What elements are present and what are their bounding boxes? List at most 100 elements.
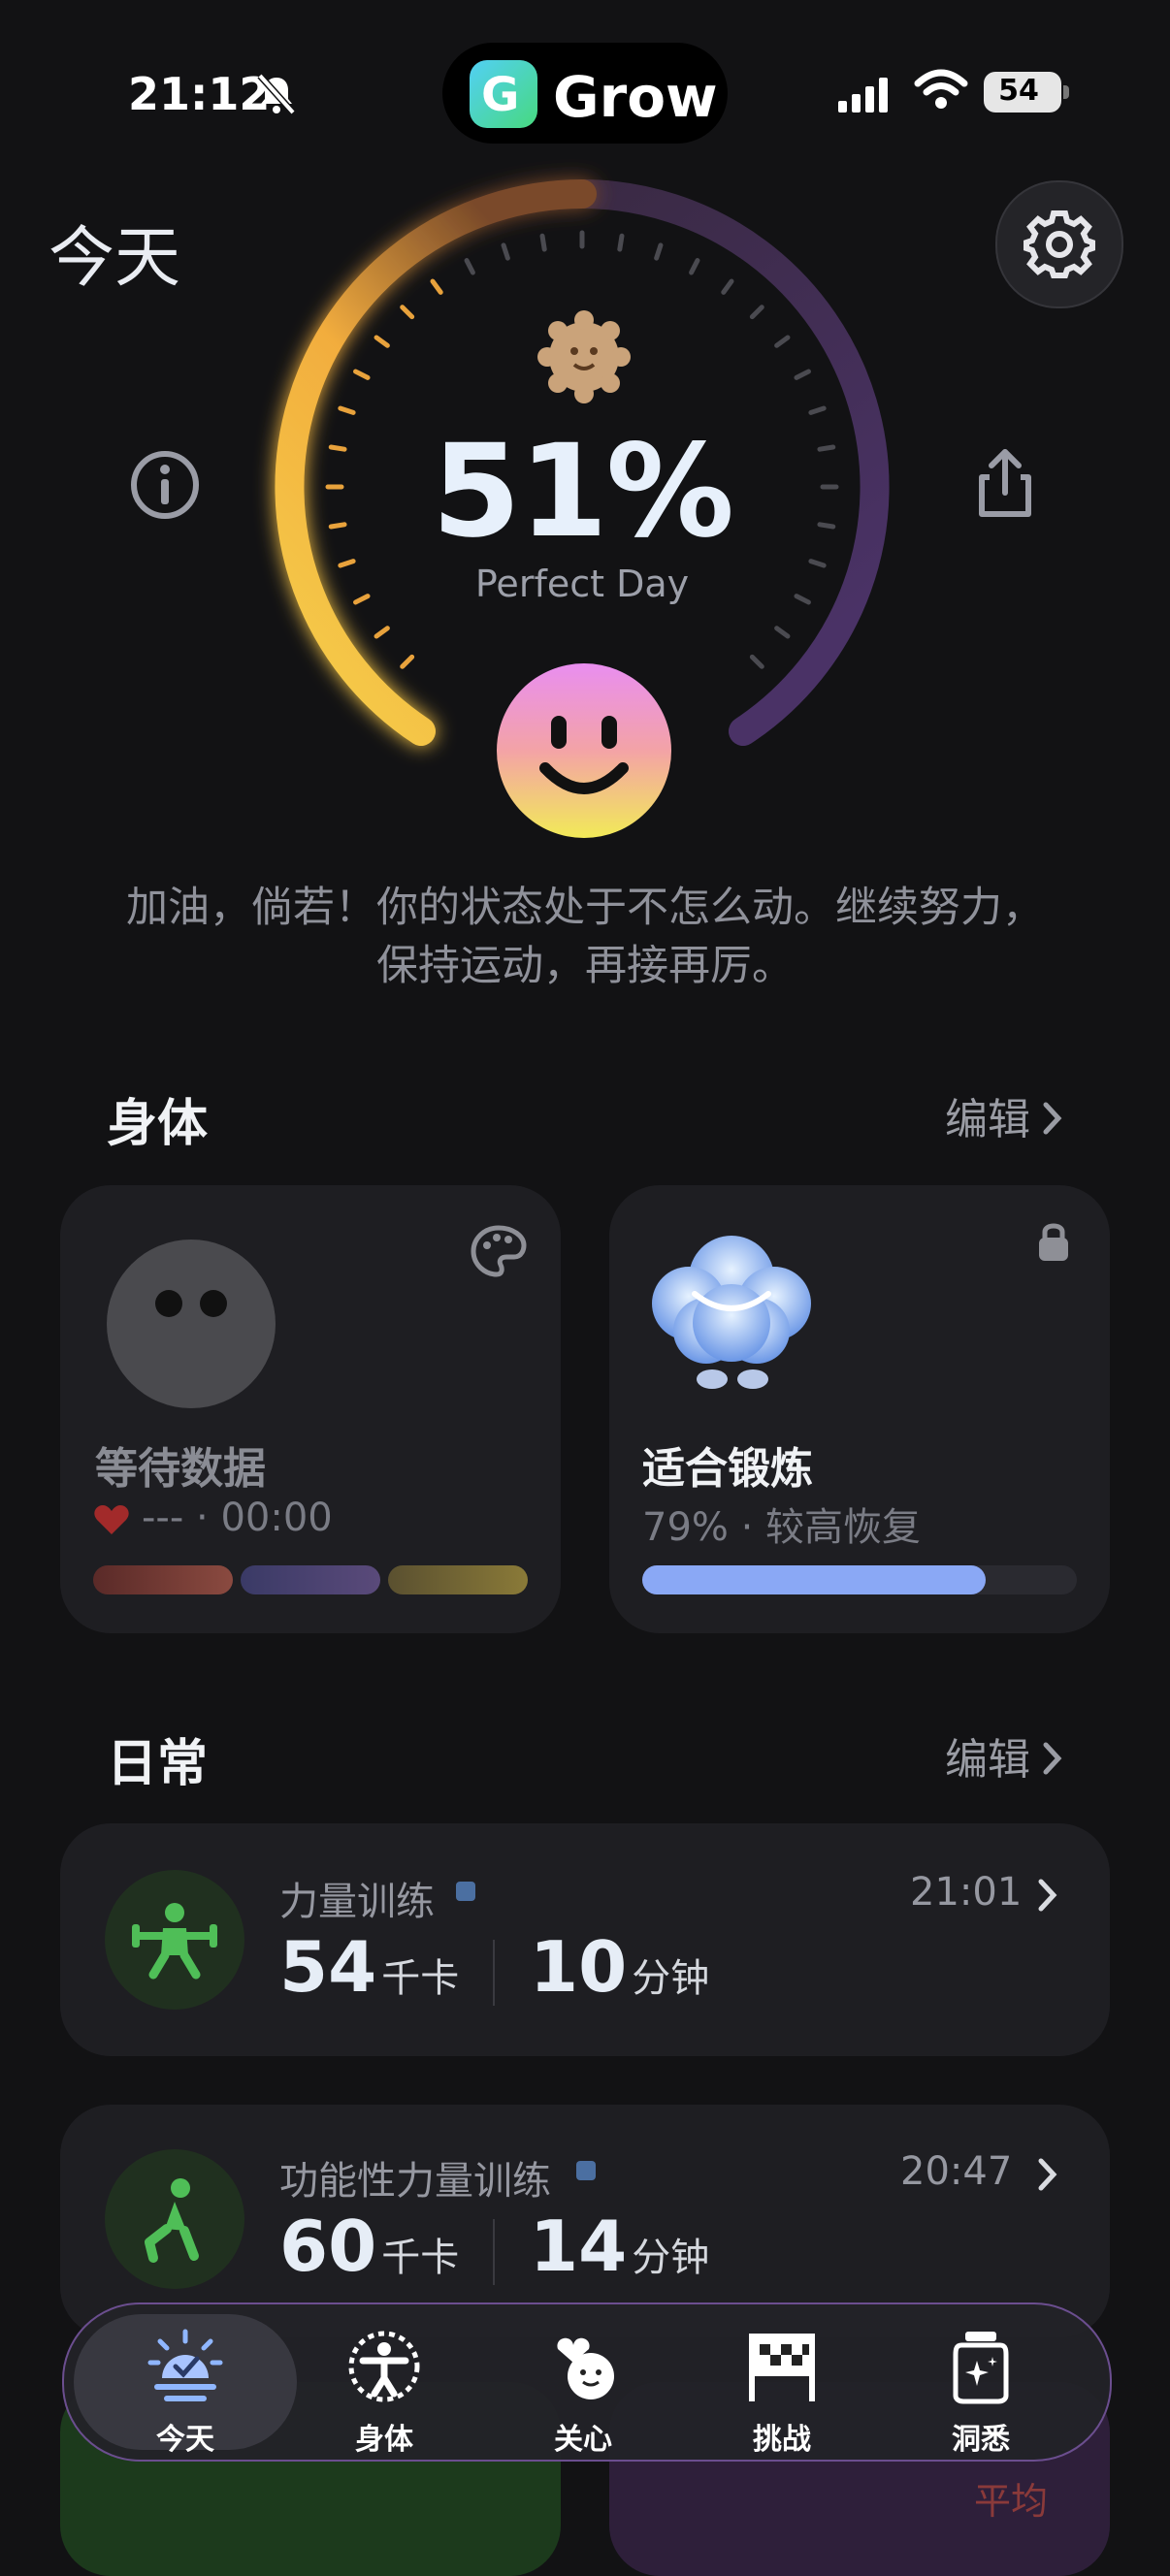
body-edit-button[interactable]: 编辑 bbox=[945, 1084, 1064, 1146]
daily-edit-label: 编辑 bbox=[945, 1735, 1030, 1785]
workout-name: 功能性力量训练 bbox=[279, 2159, 551, 2204]
readiness-card-title: 适合锻炼 bbox=[642, 1444, 813, 1494]
island-app-name: Grow bbox=[553, 64, 718, 130]
ring-tick bbox=[338, 559, 356, 568]
strength-training-icon bbox=[105, 1870, 244, 2010]
ring-tick bbox=[430, 278, 443, 295]
grow-logo-letter: G bbox=[481, 68, 520, 122]
ring-tick bbox=[808, 559, 827, 568]
readiness-progress-fill bbox=[642, 1565, 986, 1594]
ring-tick bbox=[749, 654, 764, 669]
ring-tick bbox=[539, 233, 547, 252]
ring-tick bbox=[400, 305, 415, 320]
ring-tick bbox=[817, 444, 836, 452]
tab-label: 今天 bbox=[156, 2423, 214, 2457]
ring-tick bbox=[328, 444, 347, 452]
body-edit-label: 编辑 bbox=[945, 1095, 1030, 1144]
duration-unit: 分钟 bbox=[632, 2236, 710, 2280]
chevron-right-icon bbox=[1038, 2158, 1057, 2191]
sun-check-icon bbox=[147, 2329, 223, 2401]
calories-unit: 千卡 bbox=[381, 1956, 460, 2001]
share-icon[interactable] bbox=[966, 444, 1044, 522]
tab-insight[interactable]: 洞悉 bbox=[894, 2328, 1068, 2457]
ring-tick bbox=[808, 405, 827, 415]
care-icon bbox=[557, 2337, 614, 2399]
cloud-mascot-icon bbox=[652, 1236, 811, 1389]
tab-body[interactable]: 身体 bbox=[297, 2328, 471, 2457]
divider bbox=[493, 1940, 495, 2006]
ring-tick bbox=[774, 335, 791, 348]
info-icon[interactable] bbox=[128, 448, 202, 522]
gear-icon bbox=[1024, 210, 1095, 278]
ring-tick bbox=[374, 626, 390, 639]
readiness-card-subtitle: 79% · 较高恢复 bbox=[642, 1505, 922, 1550]
workout-time: 21:01 bbox=[910, 1870, 1023, 1915]
palette-icon[interactable] bbox=[470, 1224, 528, 1278]
insight-jar-icon bbox=[953, 2332, 1009, 2404]
workout-duration: 14 分钟 bbox=[530, 2206, 709, 2287]
ring-tick bbox=[774, 626, 791, 639]
duration-value: 10 bbox=[530, 1926, 628, 2008]
ring-tick bbox=[721, 278, 734, 295]
wifi-icon bbox=[914, 69, 968, 109]
calories-value: 54 bbox=[279, 1926, 377, 2008]
stress-level-bars bbox=[93, 1565, 528, 1594]
ring-tick bbox=[654, 242, 664, 261]
source-badge bbox=[456, 1882, 475, 1901]
calories-unit: 千卡 bbox=[381, 2236, 460, 2280]
ring-tick bbox=[794, 594, 811, 605]
workout-duration: 10 分钟 bbox=[530, 1926, 709, 2008]
perfect-day-label: Perfect Day bbox=[474, 563, 690, 605]
body-icon bbox=[348, 2331, 420, 2402]
mood-face-icon[interactable] bbox=[497, 663, 671, 838]
ring-tick bbox=[374, 335, 390, 348]
page-title: 今天 bbox=[49, 220, 181, 297]
lock-icon bbox=[1039, 1223, 1068, 1261]
battery-level: 54 bbox=[998, 74, 1039, 108]
workout-calories: 60 千卡 bbox=[279, 2206, 459, 2287]
tab-today[interactable]: 今天 bbox=[98, 2328, 273, 2457]
ring-tick bbox=[749, 305, 764, 320]
tab-label: 洞悉 bbox=[952, 2423, 1010, 2457]
tab-label: 身体 bbox=[355, 2423, 413, 2457]
grow-logo-icon: G bbox=[470, 60, 537, 128]
tab-care[interactable]: 关心 bbox=[496, 2328, 670, 2457]
ring-tick bbox=[817, 522, 836, 530]
tab-label: 挑战 bbox=[753, 2423, 811, 2457]
stress-card-subtitle: --- · 00:00 bbox=[142, 1496, 333, 1540]
settings-button[interactable] bbox=[995, 180, 1123, 308]
ring-tick bbox=[617, 233, 625, 252]
functional-training-icon bbox=[105, 2149, 244, 2289]
source-badge bbox=[576, 2161, 596, 2180]
flag-icon bbox=[749, 2334, 815, 2401]
status-time: 21:12 bbox=[128, 68, 271, 120]
ring-tick bbox=[353, 369, 371, 380]
ring-tick bbox=[464, 258, 475, 275]
battery-tip bbox=[1063, 85, 1069, 99]
motivation-message: 加油，倘若！你的状态处于不怎么动。继续努力，保持运动，再接再厉。 bbox=[126, 884, 1044, 990]
chevron-right-icon bbox=[1043, 1102, 1062, 1135]
daily-edit-button[interactable]: 编辑 bbox=[945, 1724, 1064, 1787]
chevron-right-icon bbox=[1038, 1879, 1057, 1912]
workout-calories: 54 千卡 bbox=[279, 1926, 459, 2008]
ring-tick bbox=[689, 258, 700, 275]
ring-tick bbox=[353, 594, 371, 605]
tab-challenge[interactable]: 挑战 bbox=[695, 2328, 869, 2457]
peek-text: 平均 bbox=[974, 2480, 1049, 2523]
body-section-title: 身体 bbox=[107, 1095, 209, 1153]
duration-value: 14 bbox=[530, 2206, 628, 2287]
workout-time: 20:47 bbox=[900, 2149, 1013, 2194]
ring-tick bbox=[400, 654, 415, 669]
heart-icon bbox=[94, 1505, 129, 1534]
ring-tick bbox=[338, 405, 356, 415]
divider bbox=[493, 2219, 495, 2285]
bell-muted-icon bbox=[257, 73, 296, 115]
workout-name: 力量训练 bbox=[279, 1880, 435, 1924]
readiness-progress-track bbox=[642, 1565, 1077, 1594]
perfect-day-percent: 51% bbox=[432, 417, 734, 566]
ring-tick bbox=[501, 242, 510, 261]
duration-unit: 分钟 bbox=[632, 1956, 710, 2001]
daily-section-title: 日常 bbox=[107, 1735, 209, 1793]
ring-tick bbox=[794, 369, 811, 380]
stress-card-title: 等待数据 bbox=[95, 1444, 266, 1494]
